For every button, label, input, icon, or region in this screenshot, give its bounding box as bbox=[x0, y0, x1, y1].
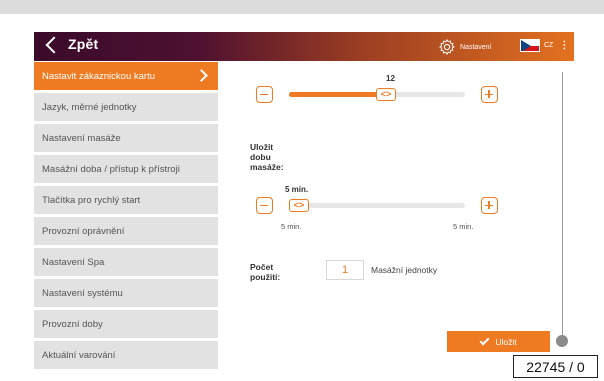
back-label: Zpět bbox=[68, 36, 99, 52]
usage-label-line1: Počet bbox=[250, 262, 274, 272]
save-time-label-line3: masáže: bbox=[250, 162, 284, 172]
sidebar-item-label: Nastavení masáže bbox=[42, 132, 121, 144]
save-time-label: Uložit dobu masáže: bbox=[250, 142, 284, 172]
minus-icon bbox=[260, 204, 268, 207]
top-strip bbox=[0, 0, 604, 14]
slider2-min-label: 5 min. bbox=[281, 222, 302, 231]
sidebar-item-label: Aktuální varování bbox=[42, 349, 116, 361]
minus-icon bbox=[260, 93, 268, 96]
back-button[interactable]: Zpět bbox=[44, 36, 99, 53]
sidebar-item-operating-permissions[interactable]: Provozní oprávnění bbox=[34, 217, 218, 245]
slider2-value: 5 min. bbox=[285, 185, 309, 194]
sidebar-item-customer-card[interactable]: Nastavit zákaznickou kartu bbox=[34, 62, 218, 90]
sidebar-item-label: Nastavení systému bbox=[42, 287, 123, 299]
usage-label-line2: použití: bbox=[250, 272, 281, 282]
screen: Zpět Nastavení CZ ⋮ Nastavit zákaznickou… bbox=[0, 0, 604, 381]
sidebar-item-massage-time-access[interactable]: Masážní doba / přístup k přístroji bbox=[34, 155, 218, 183]
sidebar: Nastavit zákaznickou kartu Jazyk, měrné … bbox=[34, 62, 218, 372]
scrollbar-thumb[interactable] bbox=[556, 335, 568, 347]
gear-icon bbox=[439, 39, 455, 56]
save-time-label-line1: Uložit bbox=[250, 142, 274, 152]
language-selector[interactable]: CZ ⋮ bbox=[520, 39, 569, 52]
slider2-track[interactable] bbox=[289, 203, 465, 208]
slider2-max-label: 5 min. bbox=[453, 222, 474, 231]
slider2-thumb[interactable]: <> bbox=[289, 199, 309, 212]
sidebar-item-label: Tlačítka pro rychlý start bbox=[42, 194, 141, 206]
slider1-fill bbox=[289, 92, 382, 97]
usage-unit-label: Masážní jednotky bbox=[371, 265, 438, 275]
kebab-icon[interactable]: ⋮ bbox=[559, 40, 569, 51]
usage-count-input[interactable]: 1 bbox=[326, 260, 364, 280]
sidebar-item-label: Provozní doby bbox=[42, 318, 103, 330]
scrollbar-track[interactable] bbox=[562, 72, 563, 342]
sidebar-item-label: Jazyk, měrné jednotky bbox=[42, 101, 137, 113]
sidebar-item-spa-settings[interactable]: Nastavení Spa bbox=[34, 248, 218, 276]
save-button-label: Uložit bbox=[495, 336, 517, 347]
language-code: CZ bbox=[544, 42, 554, 49]
sidebar-item-operating-hours[interactable]: Provozní doby bbox=[34, 310, 218, 338]
sidebar-item-language-units[interactable]: Jazyk, měrné jednotky bbox=[34, 93, 218, 121]
chevron-left-icon bbox=[45, 36, 63, 53]
check-icon bbox=[479, 335, 490, 346]
sidebar-item-label: Provozní oprávnění bbox=[42, 225, 125, 237]
sidebar-item-current-warnings[interactable]: Aktuální varování bbox=[34, 341, 218, 369]
flag-cz-icon bbox=[520, 39, 540, 52]
settings-button[interactable]: Nastavení bbox=[438, 38, 492, 56]
slider2-minus-button[interactable] bbox=[256, 197, 273, 214]
slider1-plus-button[interactable] bbox=[481, 86, 498, 103]
save-button[interactable]: Uložit bbox=[447, 331, 550, 352]
sidebar-item-label: Nastavení Spa bbox=[42, 256, 105, 268]
sidebar-item-massage-settings[interactable]: Nastavení masáže bbox=[34, 124, 218, 152]
slider1-thumb[interactable]: <> bbox=[376, 88, 396, 101]
usage-label: Počet použití: bbox=[250, 262, 280, 282]
app-header: Zpět Nastavení CZ ⋮ bbox=[34, 32, 574, 61]
slider2-plus-button[interactable] bbox=[481, 197, 498, 214]
settings-label: Nastavení bbox=[460, 43, 492, 51]
chevron-right-icon bbox=[195, 69, 208, 82]
sidebar-item-quick-start-buttons[interactable]: Tlačítka pro rychlý start bbox=[34, 186, 218, 214]
save-time-label-line2: dobu bbox=[250, 152, 271, 162]
overlay-counter: 22745 / 0 bbox=[513, 355, 598, 378]
sidebar-item-label: Nastavit zákaznickou kartu bbox=[42, 70, 155, 82]
slider1-minus-button[interactable] bbox=[256, 86, 273, 103]
slider1-value: 12 bbox=[386, 74, 395, 83]
sidebar-item-system-settings[interactable]: Nastavení systému bbox=[34, 279, 218, 307]
sidebar-item-label: Masážní doba / přístup k přístroji bbox=[42, 163, 180, 175]
